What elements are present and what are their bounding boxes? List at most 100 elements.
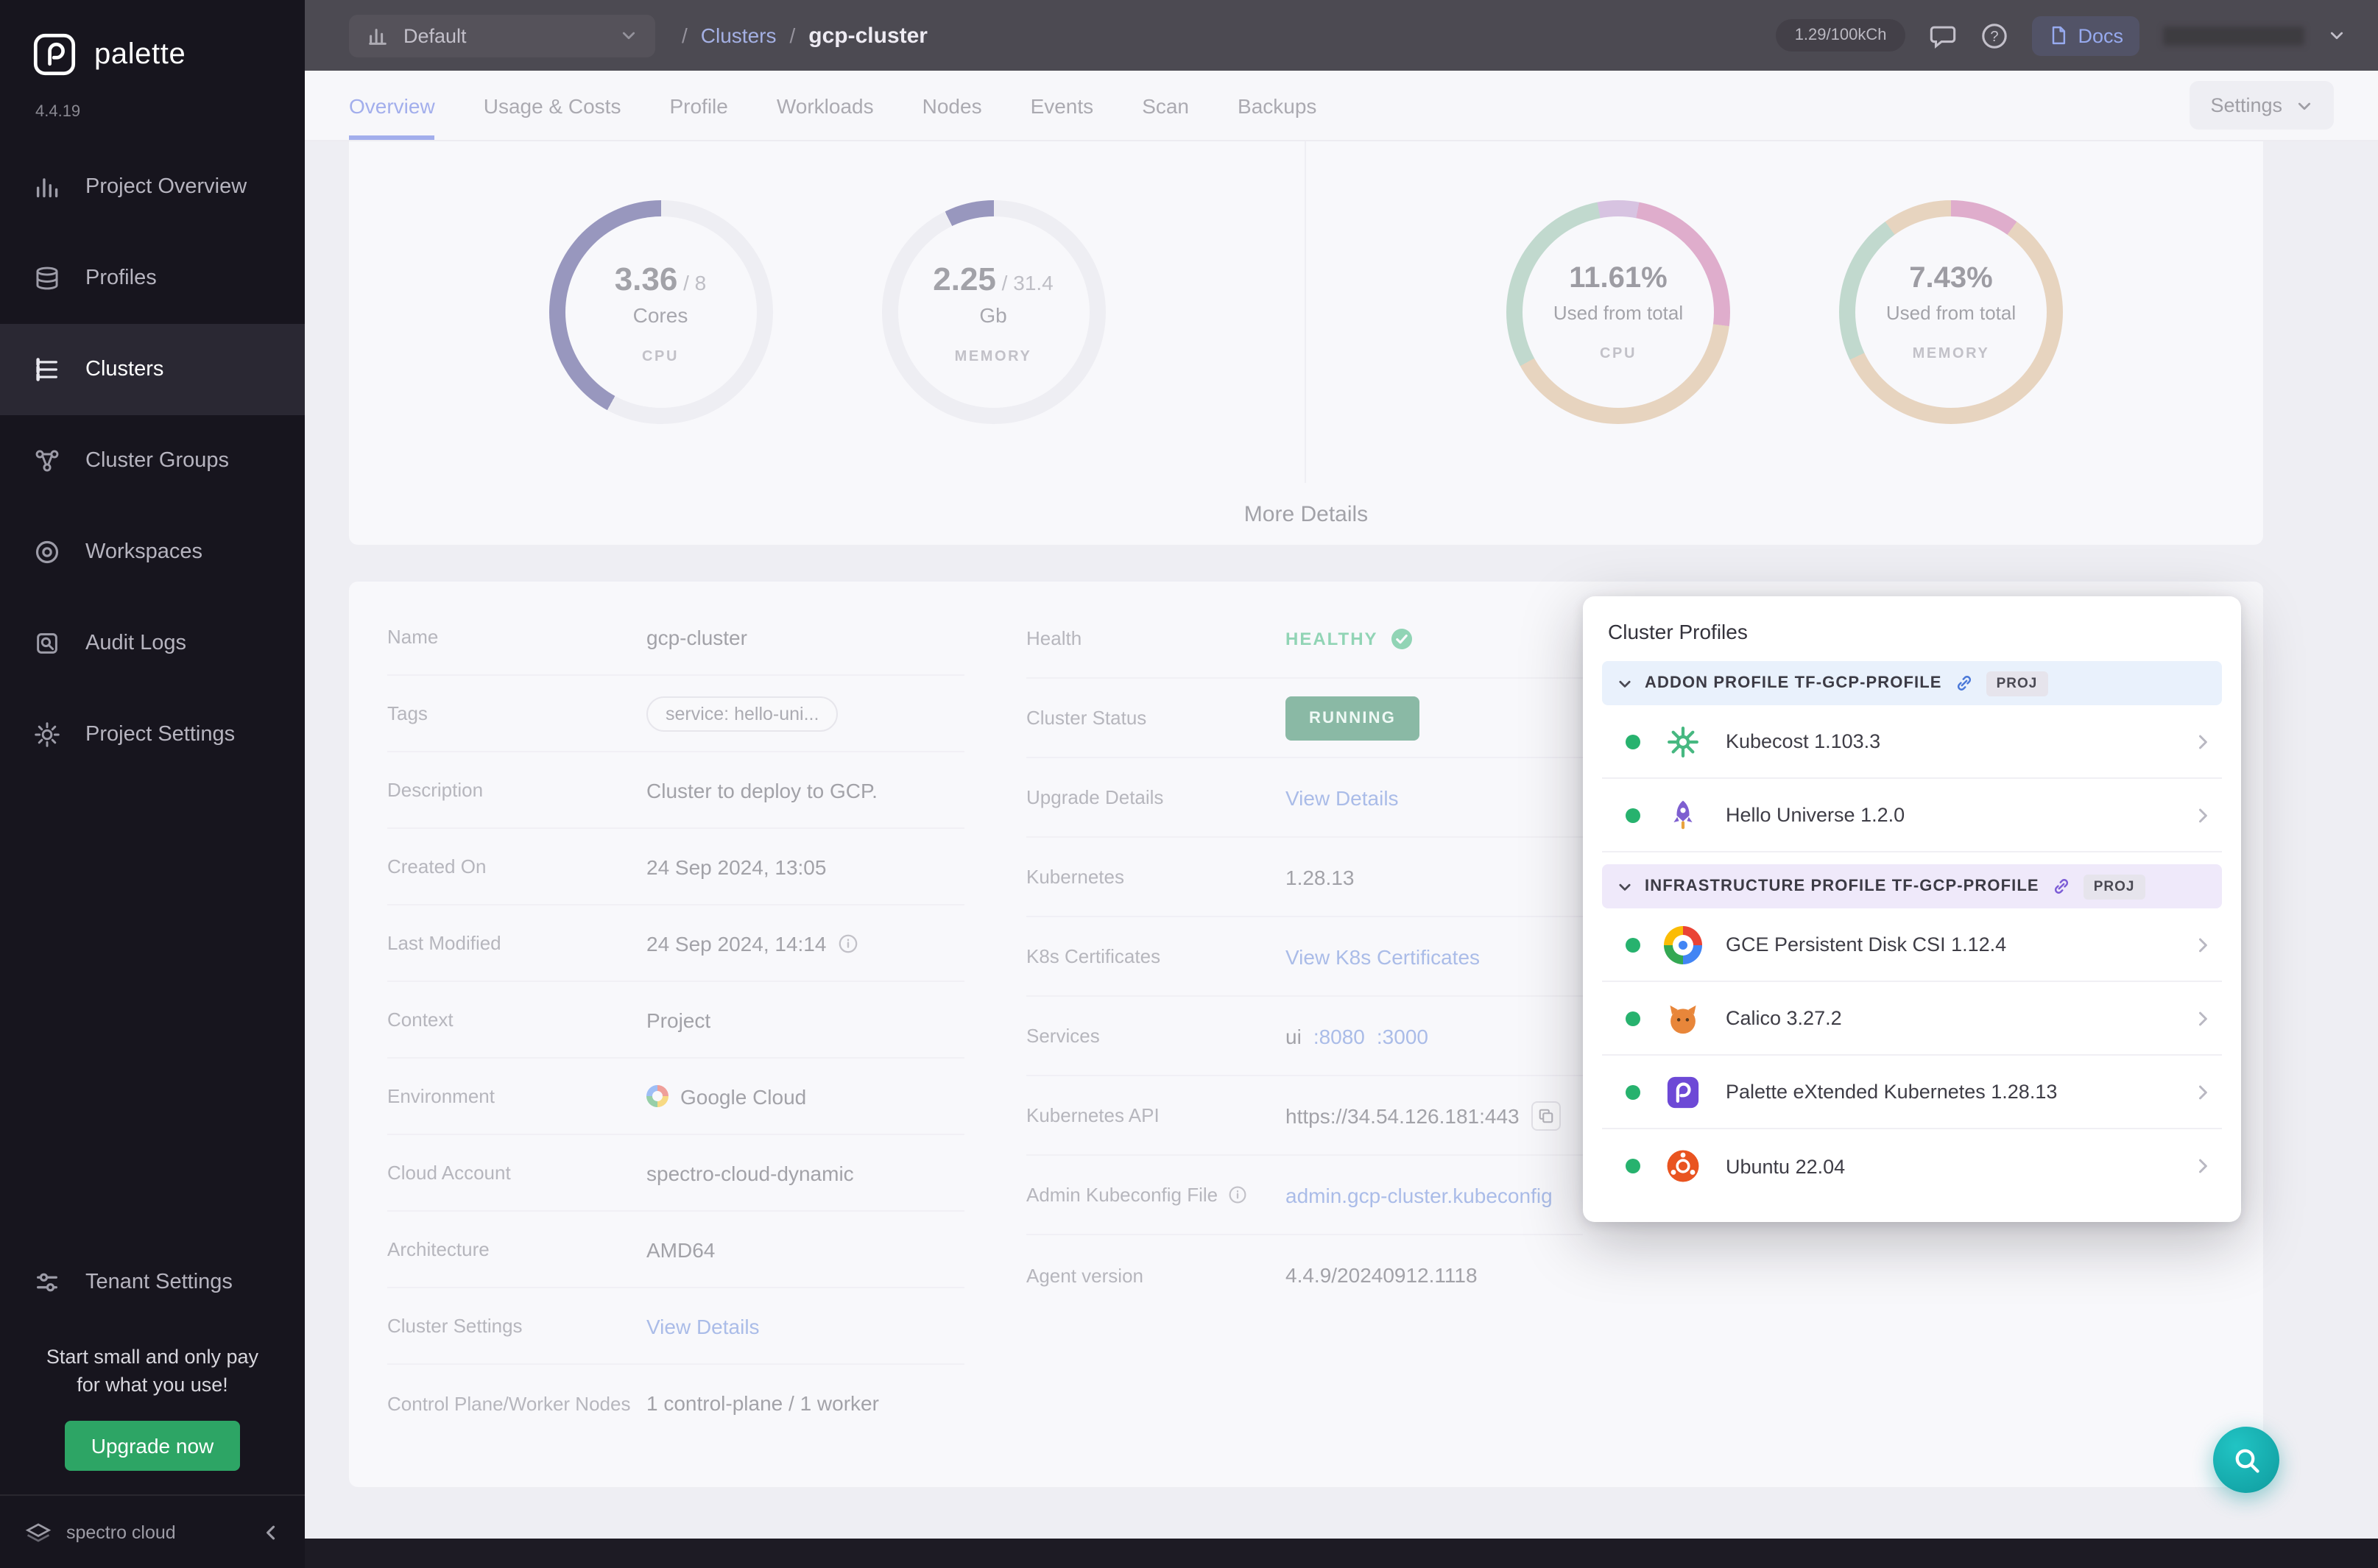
detail-value: 1 control-plane / 1 worker <box>646 1391 879 1415</box>
info-icon[interactable] <box>838 933 858 953</box>
copy-icon[interactable] <box>1531 1101 1561 1130</box>
detail-row-kubernetes-api: Kubernetes API https://34.54.126.181:443 <box>1026 1076 1583 1156</box>
status-dot <box>1626 1011 1640 1025</box>
docs-button[interactable]: Docs <box>2032 15 2139 55</box>
profile-pack-row-kubecost[interactable]: Kubecost 1.103.3 <box>1602 705 2222 779</box>
detail-label: Tags <box>387 702 428 724</box>
status-dot <box>1626 1084 1640 1099</box>
brand-label: spectro cloud <box>66 1522 176 1542</box>
sidebar-item-audit-logs[interactable]: Audit Logs <box>0 598 305 689</box>
infrastructure-profile-header[interactable]: INFRASTRUCTURE PROFILE TF-GCP-PROFILE PR… <box>1602 864 2222 908</box>
breadcrumb-clusters-link[interactable]: Clusters <box>701 24 777 47</box>
kubeconfig-download-link[interactable]: admin.gcp-cluster.kubeconfig <box>1285 1183 1553 1207</box>
layers-icon <box>32 264 62 293</box>
memory-usage-donut: 7.43% Used from total MEMORY <box>1839 200 2063 424</box>
sidebar-item-label: Clusters <box>85 358 164 381</box>
running-status-badge[interactable]: RUNNING <box>1285 696 1420 740</box>
kubernetes-api-url: https://34.54.126.181:443 <box>1285 1103 1520 1127</box>
chevron-right-icon <box>2192 934 2213 955</box>
tab-workloads[interactable]: Workloads <box>777 71 874 140</box>
profile-pack-row-gce-disk[interactable]: GCE Persistent Disk CSI 1.12.4 <box>1602 908 2222 982</box>
sidebar: palette 4.4.19 Project Overview Profiles… <box>0 0 305 1568</box>
chevron-right-icon <box>2192 805 2213 825</box>
help-icon[interactable]: ? <box>1980 21 2008 49</box>
memory-usage-caption: Used from total <box>1885 302 2017 324</box>
tab-backups[interactable]: Backups <box>1238 71 1316 140</box>
project-selector[interactable]: Default <box>349 14 655 57</box>
service-port-8080-link[interactable]: :8080 <box>1313 1024 1365 1048</box>
detail-value: 24 Sep 2024, 13:05 <box>646 855 827 878</box>
floating-search-button[interactable] <box>2213 1427 2279 1493</box>
details-right-column: Health HEALTHY Cluster Status RUNNING Up… <box>1026 599 1583 1315</box>
detail-row-cluster-settings: Cluster Settings View Details <box>387 1288 964 1365</box>
tab-scan[interactable]: Scan <box>1142 71 1189 140</box>
metrics-card: 3.36 / 8 Cores CPU 2.25 / 31.4 Gb MEMORY <box>349 141 2263 545</box>
detail-value: 1.28.13 <box>1285 865 1355 889</box>
sidebar-item-tenant-settings[interactable]: Tenant Settings <box>0 1237 305 1328</box>
cpu-gauge-label: CPU <box>641 348 679 364</box>
cpu-usage-label: CPU <box>1599 346 1637 362</box>
sliders-icon <box>32 1268 62 1297</box>
topbar: Default / Clusters / gcp-cluster 1.29/10… <box>305 0 2378 71</box>
promo-text: Start small and only pay for what you us… <box>46 1345 259 1396</box>
profile-name: ADDON PROFILE TF-GCP-PROFILE <box>1645 674 1942 692</box>
memory-gauge-value: 2.25 <box>933 260 996 297</box>
chevron-down-icon <box>2298 102 2311 110</box>
upgrade-now-button[interactable]: Upgrade now <box>64 1421 241 1471</box>
detail-row-description: Description Cluster to deploy to GCP. <box>387 752 964 829</box>
profile-pack-row-pxk[interactable]: Palette eXtended Kubernetes 1.28.13 <box>1602 1056 2222 1129</box>
target-icon <box>32 537 62 567</box>
profile-name: INFRASTRUCTURE PROFILE TF-GCP-PROFILE <box>1645 877 2039 895</box>
account-chevron-down-icon[interactable] <box>2328 27 2346 44</box>
pack-name: Ubuntu 22.04 <box>1726 1155 1846 1177</box>
detail-value: Google Cloud <box>680 1084 807 1108</box>
addon-profile-header[interactable]: ADDON PROFILE TF-GCP-PROFILE PROJ <box>1602 661 2222 705</box>
topbar-right: 1.29/100kCh ? Docs <box>1775 15 2346 55</box>
detail-row-created-on: Created On 24 Sep 2024, 13:05 <box>387 829 964 905</box>
detail-label: Services <box>1026 1025 1100 1047</box>
tab-nodes[interactable]: Nodes <box>922 71 982 140</box>
detail-row-upgrade-details: Upgrade Details View Details <box>1026 758 1583 838</box>
settings-button[interactable]: Settings <box>2190 81 2334 130</box>
collapse-sidebar-icon[interactable] <box>261 1522 281 1542</box>
detail-row-context: Context Project <box>387 982 964 1059</box>
google-cloud-icon <box>646 1085 668 1107</box>
profile-pack-row-hello-universe[interactable]: Hello Universe 1.2.0 <box>1602 779 2222 852</box>
detail-row-agent-version: Agent version 4.4.9/20240912.1118 <box>1026 1235 1583 1315</box>
detail-label: Cluster Settings <box>387 1315 523 1337</box>
tab-overview[interactable]: Overview <box>349 71 435 140</box>
sidebar-item-workspaces[interactable]: Workspaces <box>0 506 305 598</box>
more-details-link[interactable]: More Details <box>349 483 2263 545</box>
view-k8s-certificates-link[interactable]: View K8s Certificates <box>1285 944 1480 968</box>
profile-pack-row-ubuntu[interactable]: Ubuntu 22.04 <box>1602 1129 2222 1203</box>
sidebar-nav: Project Overview Profiles Clusters Clust… <box>0 141 305 780</box>
detail-label: Health <box>1026 627 1082 649</box>
chat-icon[interactable] <box>1929 21 1957 49</box>
service-port-3000-link[interactable]: :3000 <box>1377 1024 1428 1048</box>
info-icon[interactable] <box>1228 1185 1247 1204</box>
sidebar-item-project-settings[interactable]: Project Settings <box>0 689 305 780</box>
docs-label: Docs <box>2078 24 2123 46</box>
tab-profile[interactable]: Profile <box>669 71 727 140</box>
sidebar-item-label: Project Settings <box>85 723 236 746</box>
tag-chip[interactable]: service: hello-uni... <box>646 696 839 731</box>
clusters-icon <box>32 355 62 384</box>
sidebar-item-clusters[interactable]: Clusters <box>0 324 305 415</box>
sidebar-item-cluster-groups[interactable]: Cluster Groups <box>0 415 305 506</box>
tab-events[interactable]: Events <box>1031 71 1094 140</box>
memory-usage-percent: 7.43% <box>1909 262 1993 294</box>
cluster-settings-view-details-link[interactable]: View Details <box>646 1314 760 1338</box>
cpu-gauge-value: 3.36 <box>614 260 678 297</box>
tab-usage-costs[interactable]: Usage & Costs <box>484 71 621 140</box>
docs-icon <box>2048 25 2069 46</box>
upgrade-view-details-link[interactable]: View Details <box>1285 785 1399 809</box>
spectro-cloud-logo-icon <box>24 1517 53 1547</box>
sidebar-item-project-overview[interactable]: Project Overview <box>0 141 305 233</box>
ubuntu-icon <box>1661 1144 1705 1188</box>
sidebar-item-profiles[interactable]: Profiles <box>0 233 305 324</box>
chevron-right-icon <box>2192 1081 2213 1102</box>
palette-logo-icon <box>32 32 77 77</box>
profile-pack-row-calico[interactable]: Calico 3.27.2 <box>1602 982 2222 1056</box>
detail-label: Kubernetes <box>1026 866 1124 888</box>
usage-donuts: 11.61% Used from total CPU 7.43% Used fr… <box>1306 141 2263 483</box>
